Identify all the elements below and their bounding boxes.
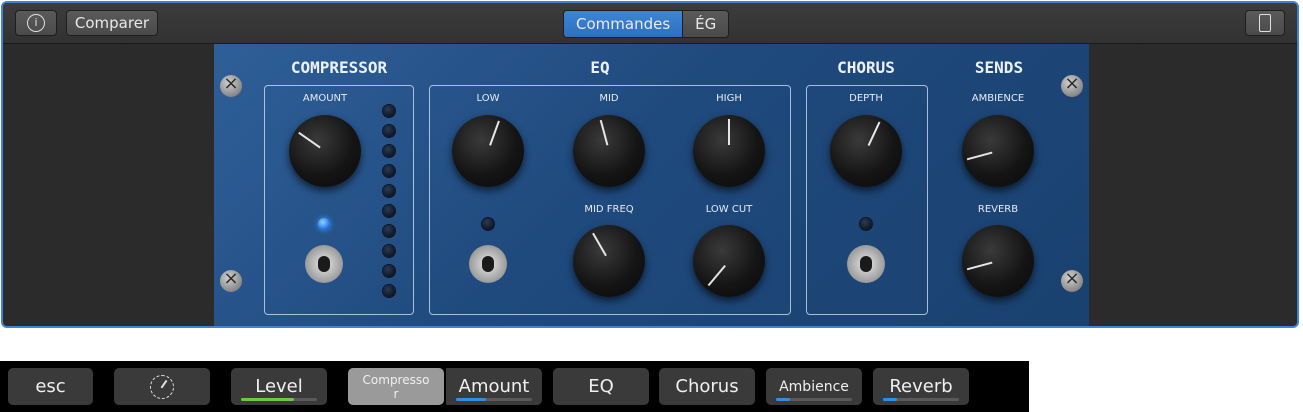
chorus-touch-label: Chorus	[675, 376, 739, 397]
amount-knob[interactable]	[289, 115, 361, 187]
screw-icon	[1061, 73, 1083, 97]
amount-label: AMOUNT	[302, 93, 348, 104]
meter-led	[383, 245, 395, 257]
meter-led	[383, 265, 395, 277]
low-label: LOW	[476, 93, 500, 104]
high-label: HIGH	[716, 93, 742, 104]
meter-led	[383, 165, 395, 177]
meter-led	[383, 225, 395, 237]
plugin-toolbar: i Comparer Commandes ÉG	[3, 3, 1297, 44]
smart-controls-button[interactable]	[114, 368, 210, 405]
smart-controls-icon	[150, 374, 174, 399]
high-knob[interactable]	[693, 115, 765, 187]
compressor-toggle[interactable]	[305, 245, 343, 283]
chorus-button[interactable]: Chorus	[659, 368, 755, 405]
compressor-label: Compresso r	[362, 372, 430, 401]
ambience-label: AMBIENCE	[971, 93, 1025, 104]
compressor-title: COMPRESSOR	[290, 58, 388, 77]
tab-eg[interactable]: ÉG	[682, 11, 729, 37]
amount-touch-label: Amount	[458, 376, 530, 397]
ambience-control[interactable]: Ambience	[766, 368, 862, 405]
info-icon: i	[27, 14, 45, 32]
meter-led	[383, 205, 395, 217]
view-tabs: Commandes ÉG	[563, 10, 730, 38]
reverb-slider[interactable]	[883, 398, 959, 401]
amount-control[interactable]: Amount	[446, 368, 542, 405]
plugin-window: i Comparer Commandes ÉG COMPRESSOR EQ CH…	[1, 1, 1299, 328]
reverb-label: REVERB	[977, 204, 1019, 215]
eq-button[interactable]: EQ	[553, 368, 649, 405]
meter-led	[383, 125, 395, 137]
info-button[interactable]: i	[15, 10, 57, 36]
meter-led	[383, 185, 395, 197]
sidechain-button[interactable]	[1245, 10, 1285, 36]
compare-button[interactable]: Comparer	[66, 10, 158, 36]
meter-led	[383, 105, 395, 117]
depth-knob[interactable]	[830, 115, 902, 187]
level-control[interactable]: Level	[231, 368, 327, 405]
screw-icon	[220, 73, 242, 97]
eq-title: EQ	[590, 58, 610, 77]
ambience-knob[interactable]	[962, 115, 1034, 187]
eq-power-led[interactable]	[482, 218, 494, 230]
screw-icon	[1061, 268, 1083, 292]
eq-touch-label: EQ	[588, 376, 614, 397]
chorus-title: CHORUS	[837, 58, 895, 77]
eq-toggle[interactable]	[469, 245, 507, 283]
ambience-touch-label: Ambience	[779, 378, 849, 395]
speaker-icon	[1259, 14, 1271, 32]
screw-icon	[220, 268, 242, 292]
level-label: Level	[255, 376, 303, 397]
ambience-slider[interactable]	[776, 398, 852, 401]
reverb-control[interactable]: Reverb	[873, 368, 969, 405]
meter-led	[383, 145, 395, 157]
compressor-power-led[interactable]	[318, 218, 330, 230]
touch-bar: esc Level Compresso r Amount EQ Chorus A…	[0, 361, 1029, 412]
mid-label: MID	[599, 93, 619, 104]
mid-knob[interactable]	[573, 115, 645, 187]
chorus-toggle[interactable]	[847, 245, 885, 283]
depth-label: DEPTH	[849, 93, 883, 104]
compressor-button[interactable]: Compresso r	[348, 368, 444, 405]
mid-freq-label: MID FREQ	[584, 204, 634, 215]
sends-title: SENDS	[974, 58, 1024, 77]
esc-key[interactable]: esc	[8, 368, 93, 405]
low-cut-knob[interactable]	[693, 225, 765, 297]
low-cut-label: LOW CUT	[705, 204, 753, 215]
level-slider[interactable]	[241, 398, 317, 401]
reverb-touch-label: Reverb	[889, 376, 953, 397]
meter-led	[383, 285, 395, 297]
low-knob[interactable]	[452, 115, 524, 187]
chorus-power-led[interactable]	[860, 218, 872, 230]
tab-commandes[interactable]: Commandes	[564, 11, 683, 37]
effects-panel: COMPRESSOR EQ CHORUS SENDS AMOUNT LOW MI…	[214, 44, 1089, 326]
esc-label: esc	[35, 376, 66, 397]
mid-freq-knob[interactable]	[573, 225, 645, 297]
reverb-knob[interactable]	[962, 225, 1034, 297]
amount-slider[interactable]	[456, 398, 532, 401]
